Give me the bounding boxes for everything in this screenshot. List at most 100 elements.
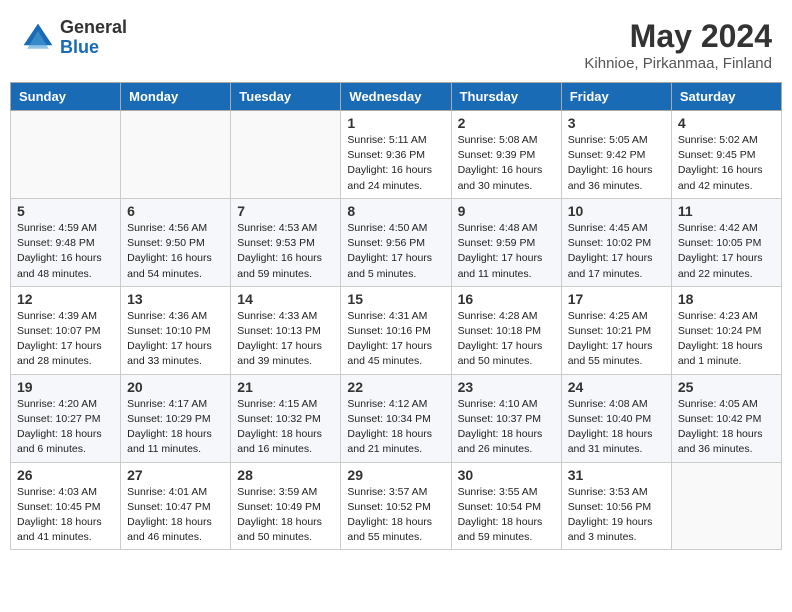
calendar-cell [121,111,231,199]
day-info: Sunrise: 3:55 AM Sunset: 10:54 PM Daylig… [458,485,555,546]
day-info: Sunrise: 4:15 AM Sunset: 10:32 PM Daylig… [237,397,334,458]
day-info: Sunrise: 5:11 AM Sunset: 9:36 PM Dayligh… [347,133,444,194]
month-title: May 2024 [584,18,772,55]
day-number: 11 [678,203,775,219]
calendar-cell: 30 Sunrise: 3:55 AM Sunset: 10:54 PM Dayl… [451,462,561,550]
day-info: Sunrise: 4:05 AM Sunset: 10:42 PM Daylig… [678,397,775,458]
day-number: 30 [458,467,555,483]
day-number: 18 [678,291,775,307]
day-number: 17 [568,291,665,307]
calendar-cell: 22Sunrise: 4:12 AM Sunset: 10:34 PM Dayl… [341,374,451,462]
logo-icon [20,20,56,56]
calendar-cell: 8 Sunrise: 4:50 AM Sunset: 9:56 PM Daylig… [341,198,451,286]
day-info: Sunrise: 4:31 AM Sunset: 10:16 PM Daylig… [347,309,444,370]
calendar-cell: 26 Sunrise: 4:03 AM Sunset: 10:45 PM Dayl… [11,462,121,550]
calendar-cell: 27 Sunrise: 4:01 AM Sunset: 10:47 PM Dayl… [121,462,231,550]
calendar-cell: 23 Sunrise: 4:10 AM Sunset: 10:37 PM Dayl… [451,374,561,462]
day-info: Sunrise: 4:10 AM Sunset: 10:37 PM Daylig… [458,397,555,458]
day-info: Sunrise: 4:20 AM Sunset: 10:27 PM Daylig… [17,397,114,458]
calendar-cell: 21Sunrise: 4:15 AM Sunset: 10:32 PM Dayl… [231,374,341,462]
day-info: Sunrise: 4:56 AM Sunset: 9:50 PM Dayligh… [127,221,224,282]
weekday-header-friday: Friday [561,83,671,111]
calendar-cell [11,111,121,199]
calendar-cell: 14 Sunrise: 4:33 AM Sunset: 10:13 PM Dayl… [231,286,341,374]
calendar-cell: 15 Sunrise: 4:31 AM Sunset: 10:16 PM Dayl… [341,286,451,374]
calendar-cell: 24 Sunrise: 4:08 AM Sunset: 10:40 PM Dayl… [561,374,671,462]
day-number: 23 [458,379,555,395]
calendar-table: SundayMondayTuesdayWednesdayThursdayFrid… [10,82,782,550]
day-number: 14 [237,291,334,307]
calendar-cell: 10 Sunrise: 4:45 AM Sunset: 10:02 PM Dayl… [561,198,671,286]
day-info: Sunrise: 3:53 AM Sunset: 10:56 PM Daylig… [568,485,665,546]
weekday-header-tuesday: Tuesday [231,83,341,111]
day-info: Sunrise: 4:23 AM Sunset: 10:24 PM Daylig… [678,309,775,370]
day-number: 22 [347,379,444,395]
weekday-header-sunday: Sunday [11,83,121,111]
day-number: 26 [17,467,114,483]
day-number: 13 [127,291,224,307]
day-number: 28 [237,467,334,483]
day-info: Sunrise: 4:45 AM Sunset: 10:02 PM Daylig… [568,221,665,282]
day-number: 7 [237,203,334,219]
title-block: May 2024 Kihnioe, Pirkanmaa, Finland [584,18,772,72]
day-number: 8 [347,203,444,219]
day-number: 24 [568,379,665,395]
day-number: 10 [568,203,665,219]
day-info: Sunrise: 4:50 AM Sunset: 9:56 PM Dayligh… [347,221,444,282]
calendar-cell: 9 Sunrise: 4:48 AM Sunset: 9:59 PM Daylig… [451,198,561,286]
day-number: 20 [127,379,224,395]
day-info: Sunrise: 4:17 AM Sunset: 10:29 PM Daylig… [127,397,224,458]
calendar-week-2: 5 Sunrise: 4:59 AM Sunset: 9:48 PM Daylig… [11,198,782,286]
calendar-cell: 4Sunrise: 5:02 AM Sunset: 9:45 PM Daylig… [671,111,781,199]
calendar-week-1: 1 Sunrise: 5:11 AM Sunset: 9:36 PM Daylig… [11,111,782,199]
day-number: 3 [568,115,665,131]
day-info: Sunrise: 4:33 AM Sunset: 10:13 PM Daylig… [237,309,334,370]
calendar-header-row: SundayMondayTuesdayWednesdayThursdayFrid… [11,83,782,111]
day-info: Sunrise: 5:05 AM Sunset: 9:42 PM Dayligh… [568,133,665,194]
day-info: Sunrise: 4:28 AM Sunset: 10:18 PM Daylig… [458,309,555,370]
day-number: 27 [127,467,224,483]
day-info: Sunrise: 5:08 AM Sunset: 9:39 PM Dayligh… [458,133,555,194]
logo-text: General Blue [60,18,127,58]
day-info: Sunrise: 4:36 AM Sunset: 10:10 PM Daylig… [127,309,224,370]
day-number: 6 [127,203,224,219]
calendar-cell: 25 Sunrise: 4:05 AM Sunset: 10:42 PM Dayl… [671,374,781,462]
day-info: Sunrise: 4:03 AM Sunset: 10:45 PM Daylig… [17,485,114,546]
day-info: Sunrise: 4:48 AM Sunset: 9:59 PM Dayligh… [458,221,555,282]
calendar-week-3: 12Sunrise: 4:39 AM Sunset: 10:07 PM Dayl… [11,286,782,374]
calendar-cell: 2Sunrise: 5:08 AM Sunset: 9:39 PM Daylig… [451,111,561,199]
day-number: 1 [347,115,444,131]
day-info: Sunrise: 5:02 AM Sunset: 9:45 PM Dayligh… [678,133,775,194]
day-number: 29 [347,467,444,483]
calendar-cell: 7 Sunrise: 4:53 AM Sunset: 9:53 PM Daylig… [231,198,341,286]
calendar-cell: 16Sunrise: 4:28 AM Sunset: 10:18 PM Dayl… [451,286,561,374]
day-number: 9 [458,203,555,219]
day-info: Sunrise: 4:53 AM Sunset: 9:53 PM Dayligh… [237,221,334,282]
day-info: Sunrise: 4:01 AM Sunset: 10:47 PM Daylig… [127,485,224,546]
calendar-cell: 6 Sunrise: 4:56 AM Sunset: 9:50 PM Daylig… [121,198,231,286]
weekday-header-thursday: Thursday [451,83,561,111]
day-number: 31 [568,467,665,483]
day-info: Sunrise: 4:59 AM Sunset: 9:48 PM Dayligh… [17,221,114,282]
weekday-header-saturday: Saturday [671,83,781,111]
day-info: Sunrise: 4:08 AM Sunset: 10:40 PM Daylig… [568,397,665,458]
day-info: Sunrise: 3:59 AM Sunset: 10:49 PM Daylig… [237,485,334,546]
calendar-cell: 13 Sunrise: 4:36 AM Sunset: 10:10 PM Dayl… [121,286,231,374]
calendar-cell: 12Sunrise: 4:39 AM Sunset: 10:07 PM Dayl… [11,286,121,374]
day-number: 19 [17,379,114,395]
calendar-cell: 3 Sunrise: 5:05 AM Sunset: 9:42 PM Daylig… [561,111,671,199]
calendar-cell: 11 Sunrise: 4:42 AM Sunset: 10:05 PM Dayl… [671,198,781,286]
weekday-header-wednesday: Wednesday [341,83,451,111]
calendar-cell: 19 Sunrise: 4:20 AM Sunset: 10:27 PM Dayl… [11,374,121,462]
day-info: Sunrise: 4:42 AM Sunset: 10:05 PM Daylig… [678,221,775,282]
day-number: 5 [17,203,114,219]
logo-general-text: General [60,18,127,38]
day-number: 15 [347,291,444,307]
day-info: Sunrise: 4:39 AM Sunset: 10:07 PM Daylig… [17,309,114,370]
logo-blue-text: Blue [60,38,127,58]
day-info: Sunrise: 3:57 AM Sunset: 10:52 PM Daylig… [347,485,444,546]
weekday-header-monday: Monday [121,83,231,111]
day-number: 25 [678,379,775,395]
day-info: Sunrise: 4:25 AM Sunset: 10:21 PM Daylig… [568,309,665,370]
logo: General Blue [20,18,127,58]
